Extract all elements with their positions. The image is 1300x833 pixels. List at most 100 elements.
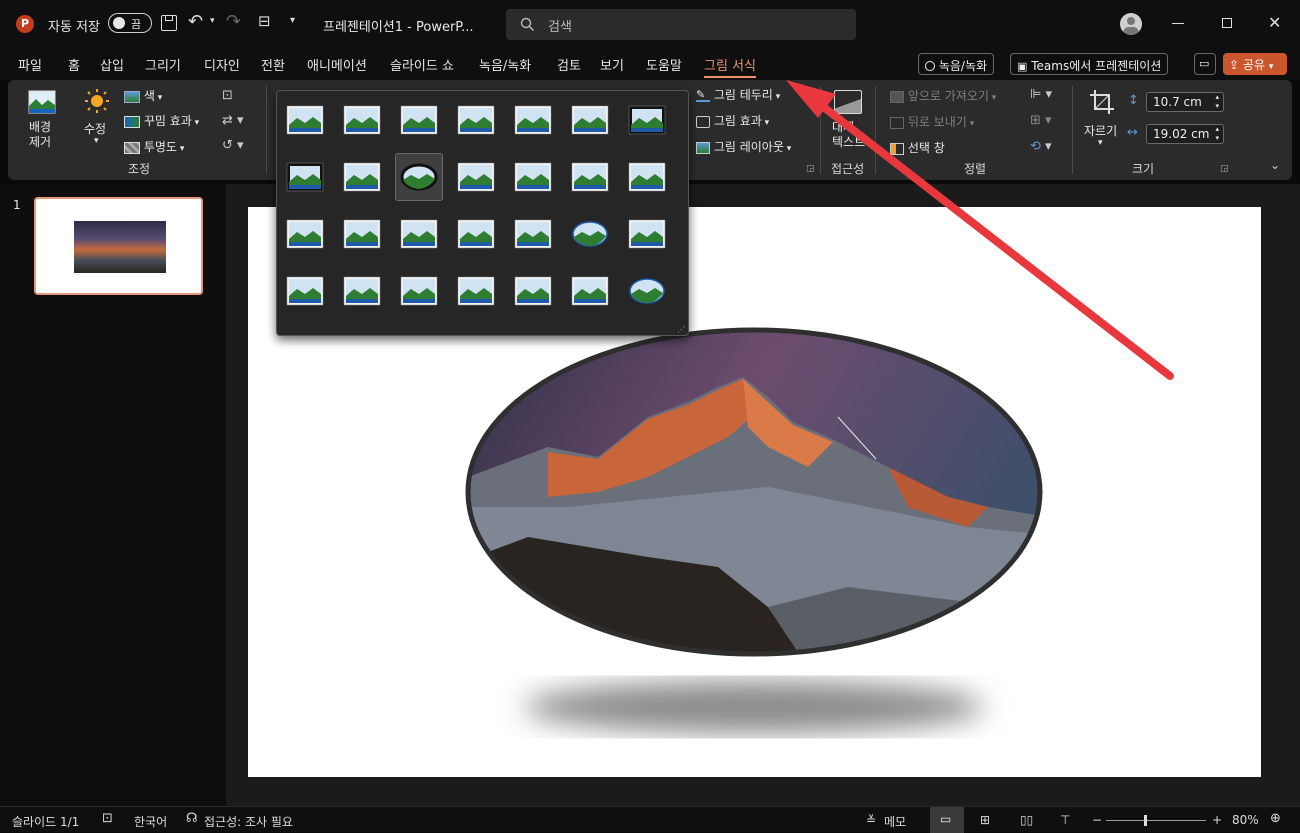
picture-style-option[interactable]	[281, 267, 329, 315]
zoom-level[interactable]: 80%	[1232, 813, 1259, 827]
tab-transitions[interactable]: 전환	[261, 55, 285, 74]
picture-style-option[interactable]	[452, 210, 500, 258]
picture-style-option[interactable]	[338, 267, 386, 315]
picture-style-option[interactable]	[566, 153, 614, 201]
fit-to-window-icon[interactable]: ⊕	[1270, 811, 1281, 826]
collapse-ribbon-icon[interactable]: ⌄	[1270, 158, 1280, 172]
normal-view-button[interactable]: ▭	[930, 807, 964, 833]
accessibility-icon[interactable]: ☊	[186, 811, 198, 826]
tab-animations[interactable]: 애니메이션	[307, 55, 367, 74]
comments-button[interactable]: ▭	[1194, 53, 1216, 75]
slide-thumbnail[interactable]	[34, 197, 203, 295]
tab-help[interactable]: 도움말	[646, 55, 682, 74]
notes-button[interactable]: 메모	[884, 813, 906, 830]
picture-style-option[interactable]	[566, 96, 614, 144]
remove-background-button[interactable]: 배경 제거	[24, 88, 60, 152]
color-button[interactable]: 색 ▾	[124, 87, 162, 105]
tab-review[interactable]: 검토	[557, 55, 581, 74]
slideshow-icon[interactable]: ⊤	[1060, 813, 1070, 827]
rotate-icon[interactable]: ⟲ ▾	[1030, 139, 1052, 154]
undo-icon[interactable]: ↶	[188, 11, 203, 32]
picture-effects-button[interactable]: 그림 효과 ▾	[696, 112, 769, 130]
group-objects-icon[interactable]: ⊞ ▾	[1030, 113, 1052, 128]
close-button[interactable]: ✕	[1268, 13, 1281, 32]
send-backward-button[interactable]: 뒤로 보내기 ▾	[890, 113, 974, 131]
picture-style-option[interactable]	[338, 153, 386, 201]
tab-record[interactable]: 녹음/녹화	[479, 55, 531, 74]
height-spinner-icon[interactable]: ▴ ▾	[1215, 93, 1219, 111]
present-icon[interactable]: ⊟	[258, 12, 271, 30]
picture-style-option[interactable]	[452, 96, 500, 144]
picture-style-option[interactable]	[623, 96, 671, 144]
teams-present-button[interactable]: ▣ Teams에서 프레젠테이션	[1010, 53, 1169, 75]
language-label[interactable]: 한국어	[134, 813, 167, 830]
picture-border-button[interactable]: ✎ 그림 테두리 ▾	[696, 86, 780, 104]
height-input[interactable]: 10.7 cm ▴ ▾	[1146, 92, 1224, 112]
transparency-button[interactable]: 투명도 ▾	[124, 138, 184, 156]
bring-forward-button[interactable]: 앞으로 가져오기 ▾	[890, 87, 996, 105]
change-picture-icon[interactable]: ⇄ ▾	[222, 113, 244, 128]
picture-style-option[interactable]	[509, 96, 557, 144]
selection-pane-button[interactable]: 선택 창	[890, 139, 945, 157]
customize-qat-icon[interactable]: ▾	[290, 15, 295, 26]
reading-view-icon[interactable]: ▯▯	[1020, 813, 1033, 827]
reset-picture-icon[interactable]: ↺ ▾	[222, 138, 244, 153]
picture-style-option[interactable]	[509, 210, 557, 258]
picture-style-option[interactable]	[338, 210, 386, 258]
width-spinner-icon[interactable]: ▴ ▾	[1215, 125, 1219, 143]
picture-style-option[interactable]	[395, 96, 443, 144]
picture-style-option[interactable]	[281, 96, 329, 144]
spellcheck-icon[interactable]: ⊡	[102, 811, 113, 826]
picture-style-option[interactable]	[509, 267, 557, 315]
tab-picture-format[interactable]: 그림 서식	[704, 55, 756, 78]
dialog-launcher-icon[interactable]: ◲	[806, 164, 815, 174]
align-icon[interactable]: ⊫ ▾	[1030, 87, 1052, 102]
tab-view[interactable]: 보기	[600, 55, 624, 74]
accessibility-status[interactable]: 접근성: 조사 필요	[204, 813, 293, 830]
record-button[interactable]: 녹음/녹화	[918, 53, 995, 75]
minimize-button[interactable]	[1172, 23, 1184, 24]
picture-style-option[interactable]	[281, 153, 329, 201]
share-button[interactable]: ⇪ 공유 ▾	[1223, 53, 1287, 75]
picture-style-option[interactable]	[452, 267, 500, 315]
autosave-toggle[interactable]: 끔	[108, 13, 152, 33]
picture-layout-button[interactable]: 그림 레이아웃 ▾	[696, 138, 791, 156]
tab-insert[interactable]: 삽입	[100, 55, 124, 74]
undo-dropdown-icon[interactable]: ▾	[210, 16, 215, 26]
tab-draw[interactable]: 그리기	[145, 55, 181, 74]
picture-style-option[interactable]	[395, 267, 443, 315]
picture-style-option[interactable]	[509, 153, 557, 201]
tab-file[interactable]: 파일	[18, 55, 42, 74]
picture-style-option[interactable]	[623, 210, 671, 258]
tab-design[interactable]: 디자인	[204, 55, 240, 74]
picture-style-option[interactable]	[623, 267, 671, 315]
account-avatar[interactable]	[1120, 13, 1142, 35]
picture-style-option[interactable]	[566, 267, 614, 315]
slide-sorter-icon[interactable]: ⊞	[980, 813, 990, 827]
maximize-button[interactable]	[1222, 18, 1232, 28]
zoom-slider-thumb[interactable]	[1144, 815, 1147, 826]
size-dialog-launcher-icon[interactable]: ◲	[1220, 164, 1229, 174]
picture-style-option[interactable]	[338, 96, 386, 144]
picture-style-option[interactable]	[566, 210, 614, 258]
picture-style-option[interactable]	[452, 153, 500, 201]
width-input[interactable]: 19.02 cm ▴ ▾	[1146, 124, 1224, 144]
save-icon[interactable]	[161, 15, 177, 31]
resize-grip-icon[interactable]: ⋰	[677, 325, 685, 334]
tab-home[interactable]: 홈	[68, 55, 80, 74]
picture-style-option[interactable]	[623, 153, 671, 201]
redo-icon[interactable]: ↷	[226, 11, 241, 32]
compress-pictures-icon[interactable]: ⊡	[222, 88, 233, 103]
picture-style-option[interactable]	[395, 153, 443, 201]
artistic-effects-button[interactable]: 꾸밈 효과 ▾	[124, 112, 199, 130]
search-box[interactable]: 검색	[506, 9, 856, 40]
crop-button[interactable]: 자르기 ▾	[1082, 88, 1122, 152]
picture-style-option[interactable]	[395, 210, 443, 258]
zoom-slider[interactable]	[1106, 815, 1206, 826]
alt-text-button[interactable]: 대체 텍스트	[830, 88, 866, 152]
picture-style-option[interactable]	[281, 210, 329, 258]
corrections-button[interactable]: 수정 ▾	[80, 88, 114, 152]
zoom-in-icon[interactable]: +	[1212, 813, 1222, 827]
tab-slideshow[interactable]: 슬라이드 쇼	[390, 55, 454, 74]
zoom-out-icon[interactable]: −	[1092, 813, 1102, 827]
